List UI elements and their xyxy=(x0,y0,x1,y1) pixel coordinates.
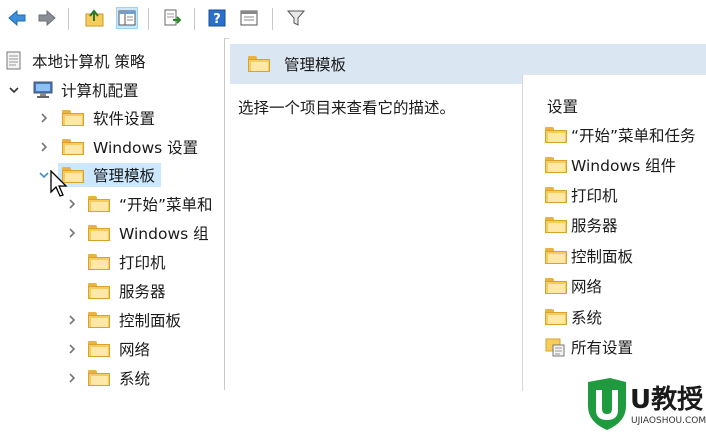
tree-item-label: 管理模板 xyxy=(93,167,156,185)
folder-icon xyxy=(545,309,567,325)
toolbar-separator xyxy=(68,8,69,30)
tree-pane: 本地计算机 策略 计算机配置 软件设置 Windows 设置 管理模板 “开始”… xyxy=(0,38,225,390)
chevron-right-icon[interactable] xyxy=(38,141,50,153)
toolbar: ? xyxy=(0,0,706,39)
folder-icon xyxy=(248,56,270,72)
list-item-label: Windows 组件 xyxy=(571,157,677,175)
list-item-all-settings[interactable]: 所有设置 xyxy=(545,334,633,360)
folder-icon xyxy=(545,187,567,203)
list-item-label: 网络 xyxy=(571,278,603,296)
folder-icon xyxy=(88,341,110,357)
chevron-right-icon[interactable] xyxy=(66,227,78,239)
mouse-cursor-icon xyxy=(50,170,68,197)
show-hide-tree-icon[interactable] xyxy=(116,7,138,29)
watermark-url: UJIAOSHOU.COM xyxy=(631,416,706,426)
folder-icon xyxy=(88,225,110,241)
watermark-logo: U教授 UJIAOSHOU.COM xyxy=(584,376,706,431)
folder-icon xyxy=(545,127,567,143)
tree-item-network[interactable]: 网络 xyxy=(66,336,150,362)
tree-item-label: 打印机 xyxy=(119,254,166,272)
list-item-printers[interactable]: 打印机 xyxy=(545,182,618,208)
tree-item-windows-settings[interactable]: Windows 设置 xyxy=(38,134,198,160)
tree-item-label: Windows 设置 xyxy=(93,139,199,157)
tree-item-label: 控制面板 xyxy=(119,312,182,330)
chevron-down-icon[interactable] xyxy=(8,84,20,96)
list-item-label: 系统 xyxy=(571,309,603,327)
toolbar-separator xyxy=(272,8,273,30)
folder-icon xyxy=(88,196,110,212)
filter-icon[interactable] xyxy=(285,7,307,29)
column-header-settings[interactable]: 设置 xyxy=(547,95,578,117)
list-item-label: 服务器 xyxy=(571,217,618,235)
list-item-label: “开始”菜单和任务 xyxy=(571,127,696,145)
tree-item-printers[interactable]: 打印机 xyxy=(88,249,166,275)
list-item-label: 打印机 xyxy=(571,187,618,205)
folder-icon xyxy=(62,110,84,126)
list-item-label: 控制面板 xyxy=(571,248,634,266)
folder-icon xyxy=(545,217,567,233)
folder-icon xyxy=(62,139,84,155)
list-item-system[interactable]: 系统 xyxy=(545,304,602,330)
tree-item-server[interactable]: 服务器 xyxy=(88,278,166,304)
list-item-server[interactable]: 服务器 xyxy=(545,212,618,238)
tree-item-root[interactable]: 本地计算机 策略 xyxy=(6,48,145,74)
policy-document-icon xyxy=(6,51,22,71)
properties-view-icon[interactable] xyxy=(238,7,260,29)
up-folder-icon[interactable] xyxy=(84,7,106,29)
list-item-start-menu[interactable]: “开始”菜单和任务 xyxy=(545,122,696,148)
chevron-right-icon[interactable] xyxy=(38,112,50,124)
list-item-windows-components[interactable]: Windows 组件 xyxy=(545,152,676,178)
export-list-icon[interactable] xyxy=(162,7,184,29)
list-item-control-panel[interactable]: 控制面板 xyxy=(545,243,633,269)
tree-item-start-menu[interactable]: “开始”菜单和 xyxy=(66,191,213,217)
tree-item-software-settings[interactable]: 软件设置 xyxy=(38,105,155,131)
forward-arrow-icon[interactable] xyxy=(36,7,58,29)
folder-icon xyxy=(88,370,110,386)
watermark-brand: U教授 xyxy=(630,385,704,415)
tree-item-label: 服务器 xyxy=(119,283,166,301)
selected-highlight: 管理模板 xyxy=(58,163,162,187)
svg-text:?: ? xyxy=(213,12,221,27)
toolbar-separator xyxy=(194,8,195,30)
tree-item-system[interactable]: 系统 xyxy=(66,365,150,390)
help-icon[interactable]: ? xyxy=(206,7,228,29)
tree-item-label: 网络 xyxy=(119,341,151,359)
toolbar-separator xyxy=(148,8,149,30)
tree-item-label: 本地计算机 策略 xyxy=(32,53,146,71)
detail-pane: 管理模板 选择一个项目来查看它的描述。 设置 “开始”菜单和任务 Windows… xyxy=(230,38,706,391)
tree-item-label: Windows 组 xyxy=(119,225,209,243)
pane-title: 管理模板 xyxy=(284,56,347,74)
chevron-right-icon[interactable] xyxy=(66,314,78,326)
list-item-network[interactable]: 网络 xyxy=(545,273,602,299)
folder-icon xyxy=(545,278,567,294)
chevron-right-icon[interactable] xyxy=(66,198,78,210)
tree-item-label: 计算机配置 xyxy=(61,82,139,100)
folder-icon xyxy=(545,248,567,264)
description-text: 选择一个项目来查看它的描述。 xyxy=(238,99,456,117)
tree-item-computer-config[interactable]: 计算机配置 xyxy=(8,77,139,103)
tree-item-label: 软件设置 xyxy=(93,110,156,128)
tree-item-control-panel[interactable]: 控制面板 xyxy=(66,307,181,333)
list-item-label: 所有设置 xyxy=(571,339,634,357)
chevron-right-icon[interactable] xyxy=(66,372,78,384)
settings-list: 设置 “开始”菜单和任务 Windows 组件 打印机 服务器 控制面板 网络 … xyxy=(522,74,706,391)
folder-icon xyxy=(545,157,567,173)
tree-item-label: 系统 xyxy=(119,370,151,388)
folder-icon xyxy=(88,254,110,270)
back-arrow-icon[interactable] xyxy=(6,7,28,29)
folder-icon xyxy=(88,283,110,299)
all-settings-icon xyxy=(545,337,567,357)
computer-icon xyxy=(32,81,54,99)
folder-icon xyxy=(88,312,110,328)
tree-item-windows-components[interactable]: Windows 组 xyxy=(66,220,209,246)
chevron-down-icon[interactable] xyxy=(38,169,50,181)
tree-item-label: “开始”菜单和 xyxy=(119,196,213,214)
chevron-right-icon[interactable] xyxy=(66,343,78,355)
